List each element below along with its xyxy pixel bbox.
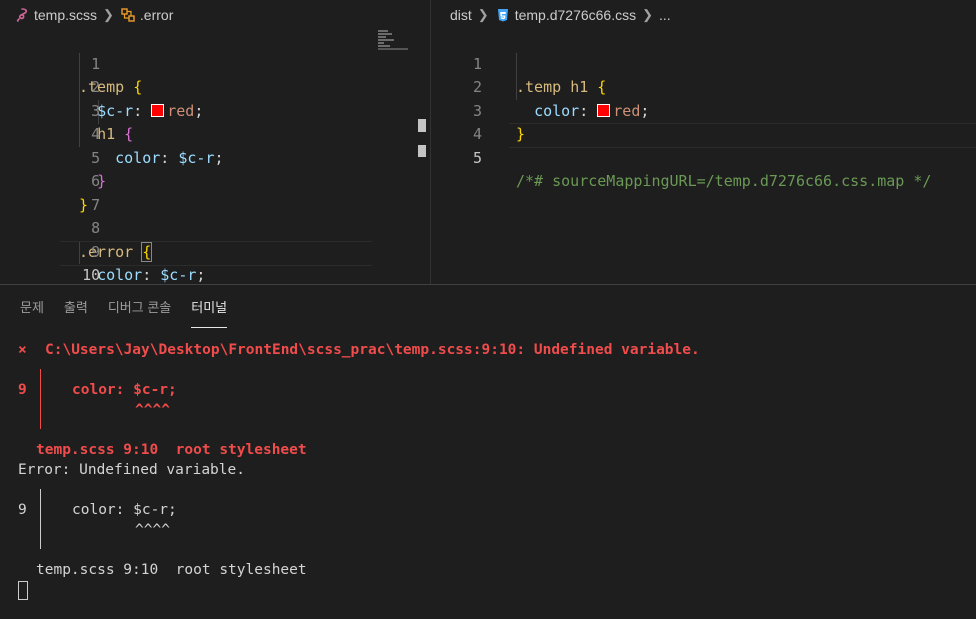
breadcrumb-folder[interactable]: dist — [450, 7, 472, 23]
error-code: color: $c-r; — [72, 382, 177, 398]
chevron-right-icon: ❯ — [477, 7, 489, 22]
error-code: color: $c-r; — [72, 502, 177, 518]
breadcrumb: temp.scss ❯ .error — [0, 0, 430, 30]
code-line[interactable]: 8 .error { — [0, 194, 430, 262]
code-line[interactable]: 4 — [431, 100, 976, 143]
line-number: 5 — [472, 148, 482, 167]
error-trace: temp.scss 9:10 root stylesheet — [36, 562, 307, 578]
terminal[interactable]: × C:\Users\Jay\Desktop\FrontEnd\scss_pra… — [0, 329, 976, 619]
error-gutter-bar — [40, 369, 41, 429]
code-line[interactable]: 4 color: $c-r; — [0, 100, 430, 167]
tab-terminal[interactable]: 터미널 — [181, 285, 237, 329]
symbol-class-icon — [120, 7, 136, 23]
tab-debug-console[interactable]: 디버그 콘솔 — [98, 285, 181, 329]
left-editor[interactable]: temp.scss ❯ .error 1 .temp { 2 $c-r: red… — [0, 0, 430, 284]
code-line[interactable]: 6 } — [0, 147, 430, 214]
error-line-number: 9 — [18, 382, 27, 398]
chevron-right-icon: ❯ — [642, 7, 654, 22]
error-header: C:\Users\Jay\Desktop\FrontEnd\scss_prac\… — [45, 342, 700, 358]
error-line-number: 9 — [18, 502, 27, 518]
code-line[interactable]: 9 color: $c-r; — [0, 217, 430, 285]
current-line-highlight — [509, 123, 976, 148]
error-caret: ^^^^ — [135, 402, 170, 418]
breadcrumb-symbol[interactable]: .error — [140, 7, 173, 23]
tab-problems[interactable]: 문제 — [10, 285, 54, 329]
error-gutter-bar — [40, 489, 41, 549]
error-trace: temp.scss 9:10 root stylesheet — [36, 442, 307, 458]
breadcrumb-more[interactable]: ... — [659, 7, 671, 23]
chevron-right-icon: ❯ — [103, 7, 114, 22]
error-mark: × — [18, 342, 27, 358]
code-line[interactable]: 3 h1 { — [0, 76, 430, 144]
code-line[interactable]: 5 } — [0, 123, 430, 191]
error-message: Error: Undefined variable. — [18, 462, 245, 478]
code-line[interactable]: 2 $c-r: red; — [0, 53, 430, 120]
code-line[interactable]: 2 color: red; — [431, 53, 976, 120]
tab-output[interactable]: 출력 — [54, 285, 98, 329]
panel-tabs: 문제 출력 디버그 콘솔 터미널 — [10, 285, 237, 329]
breadcrumb-file[interactable]: temp.scss — [34, 7, 97, 23]
code-line[interactable]: 3 } — [431, 76, 976, 144]
error-caret: ^^^^ — [135, 522, 170, 538]
css-file-icon — [495, 7, 511, 23]
bottom-panel: 문제 출력 디버그 콘솔 터미널 × C:\Users\Jay\Desktop\… — [0, 285, 976, 619]
breadcrumb-file[interactable]: temp.d7276c66.css — [515, 7, 636, 23]
terminal-cursor — [18, 581, 28, 600]
code-line[interactable]: 7 — [0, 170, 430, 214]
line-number: 10 — [82, 266, 101, 284]
code-line[interactable]: 1 .temp { — [0, 29, 430, 97]
code-line[interactable]: 1 .temp h1 { — [431, 29, 976, 97]
right-editor[interactable]: dist ❯ temp.d7276c66.css ❯ ... 1 .temp h… — [431, 0, 976, 284]
code-line-active[interactable]: 10 } — [0, 241, 430, 284]
sass-file-icon — [14, 7, 30, 23]
breadcrumb: dist ❯ temp.d7276c66.css ❯ ... — [431, 0, 976, 30]
